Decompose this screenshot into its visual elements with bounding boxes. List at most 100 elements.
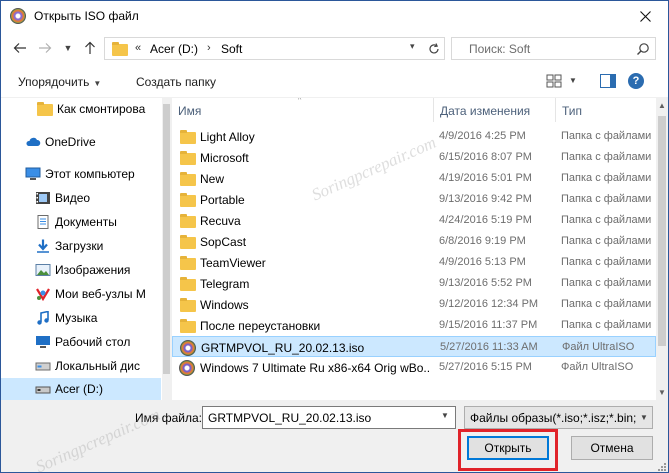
file-name: Telegram	[200, 277, 250, 291]
address-bar[interactable]: « Acer (D:) › Soft ▾	[104, 37, 445, 60]
address-dropdown-icon[interactable]: ▾	[410, 41, 415, 52]
table-row[interactable]: Recuva 4/24/2016 5:19 PM Папка с файлами	[172, 210, 656, 231]
view-options-icon[interactable]	[546, 74, 562, 88]
table-row[interactable]: После переустановки 9/15/2016 11:37 PM П…	[172, 315, 656, 336]
sidebar-item-quick-folder[interactable]: Как смонтирова	[1, 98, 161, 120]
file-type: Папка с файлами	[561, 214, 652, 226]
sidebar-item-pictures[interactable]: Изображения	[1, 259, 161, 281]
chevron-down-icon: ▼	[93, 79, 102, 88]
resize-grip-icon[interactable]	[657, 462, 667, 472]
table-row[interactable]: New 4/19/2016 5:01 PM Папка с файлами	[172, 168, 656, 189]
breadcrumb-overflow[interactable]: «	[135, 42, 141, 54]
table-row[interactable]: Windows 7 Ultimate Ru x86-x64 Orig wBo..…	[172, 357, 656, 378]
file-type: Папка с файлами	[561, 193, 652, 205]
arrow-up-icon	[85, 41, 95, 54]
forward-button[interactable]	[36, 39, 54, 57]
file-type: Папка с файлами	[561, 298, 652, 310]
file-date: 4/19/2016 5:01 PM	[439, 172, 532, 184]
back-button[interactable]	[11, 39, 29, 57]
view-dropdown-icon[interactable]: ▼	[569, 76, 577, 85]
search-box[interactable]: Поиск: Soft	[451, 37, 656, 60]
column-header-date[interactable]: Дата изменения	[434, 98, 556, 122]
file-type: Папка с файлами	[561, 277, 652, 289]
file-type-filter[interactable]: Файлы образы(*.iso;*.isz;*.bin; ▼	[464, 406, 653, 429]
breadcrumb-separator[interactable]: ›	[207, 42, 211, 54]
table-row-selected[interactable]: GRTMPVOL_RU_20.02.13.iso 5/27/2016 11:33…	[172, 336, 656, 357]
sidebar-item-label: Музыка	[55, 311, 98, 325]
navigation-pane-scrollbar[interactable]	[162, 98, 171, 400]
file-list-scrollbar[interactable]: ▲ ▼	[656, 98, 668, 400]
table-row[interactable]: SopCast 6/8/2016 9:19 PM Папка с файлами	[172, 231, 656, 252]
file-date: 4/24/2016 5:19 PM	[439, 214, 532, 226]
organize-button[interactable]: Упорядочить ▼	[18, 75, 101, 89]
sidebar-item-label: Acer (D:)	[55, 382, 103, 396]
file-date: 4/9/2016 4:25 PM	[439, 130, 526, 142]
title-bar: Открыть ISO файл	[1, 1, 668, 31]
up-button[interactable]	[81, 39, 99, 57]
sidebar-item-label: Изображения	[55, 263, 131, 277]
filename-input[interactable]	[202, 406, 456, 429]
new-folder-button[interactable]: Создать папку	[136, 75, 216, 89]
sidebar-item-desktop[interactable]: Рабочий стол	[1, 331, 161, 353]
scrollbar-thumb[interactable]	[163, 104, 170, 374]
cloud-icon	[26, 137, 41, 146]
open-button[interactable]: Открыть	[467, 436, 549, 460]
filename-dropdown-icon[interactable]: ▼	[441, 411, 449, 420]
table-row[interactable]: Microsoft 6/15/2016 8:07 PM Папка с файл…	[172, 147, 656, 168]
scrollbar-thumb[interactable]	[658, 116, 666, 346]
sidebar-item-this-pc[interactable]: Этот компьютер	[1, 163, 161, 185]
sidebar-item-label: Локальный дис	[55, 359, 140, 373]
chevron-down-icon: ▼	[640, 413, 648, 422]
breadcrumb-drive[interactable]: Acer (D:)	[150, 42, 198, 56]
column-header-name[interactable]: Имя	[172, 98, 434, 122]
folder-icon	[180, 172, 196, 186]
table-row[interactable]: TeamViewer 4/9/2016 5:13 PM Папка с файл…	[172, 252, 656, 273]
folder-icon	[180, 256, 196, 270]
sidebar-item-label: Как смонтирова	[57, 102, 146, 116]
sidebar-item-acer-drive[interactable]: Acer (D:)	[1, 378, 161, 400]
search-icon[interactable]	[636, 42, 650, 56]
table-row[interactable]: Portable 9/13/2016 9:42 PM Папка с файла…	[172, 189, 656, 210]
table-row[interactable]: Telegram 9/13/2016 5:52 PM Папка с файла…	[172, 273, 656, 294]
sidebar-item-local-disk[interactable]: Локальный дис	[1, 355, 161, 377]
sidebar-item-label: OneDrive	[45, 135, 96, 149]
sidebar-item-web-sites[interactable]: Мои веб-узлы M	[1, 283, 161, 305]
sidebar-item-music[interactable]: Музыка	[1, 307, 161, 329]
sidebar-item-label: Мои веб-узлы M	[55, 287, 146, 301]
preview-pane-icon[interactable]	[600, 74, 616, 88]
breadcrumb-folder[interactable]: Soft	[221, 42, 242, 56]
column-header-type[interactable]: Тип	[556, 98, 656, 122]
file-type: Файл UltraISO	[561, 361, 634, 373]
search-placeholder: Поиск: Soft	[469, 42, 531, 56]
cancel-button[interactable]: Отмена	[571, 436, 653, 460]
refresh-button[interactable]	[425, 40, 443, 58]
table-row[interactable]: Windows 9/12/2016 12:34 PM Папка с файла…	[172, 294, 656, 315]
sidebar-item-video[interactable]: Видео	[1, 187, 161, 209]
window-title: Открыть ISO файл	[34, 9, 139, 23]
file-type: Файл UltraISO	[562, 341, 635, 353]
scroll-up-icon[interactable]: ▲	[658, 101, 666, 110]
table-row[interactable]: Light Alloy 4/9/2016 4:25 PM Папка с фай…	[172, 126, 656, 147]
sidebar-item-onedrive[interactable]: OneDrive	[1, 131, 161, 153]
sidebar-item-downloads[interactable]: Загрузки	[1, 235, 161, 257]
file-type: Папка с файлами	[561, 235, 652, 247]
file-type: Папка с файлами	[561, 319, 652, 331]
drive-icon	[35, 362, 51, 371]
file-name: Windows 7 Ultimate Ru x86-x64 Orig wBo..…	[200, 361, 430, 375]
file-type-filter-value: Файлы образы(*.iso;*.isz;*.bin;	[470, 411, 637, 425]
ultraiso-app-icon	[10, 8, 26, 24]
filename-label: Имя файла:	[135, 411, 202, 425]
file-name: Portable	[200, 193, 245, 207]
file-date: 5/27/2016 5:15 PM	[439, 361, 532, 373]
scroll-down-icon[interactable]: ▼	[658, 388, 666, 397]
file-date: 6/15/2016 8:07 PM	[439, 151, 532, 163]
help-icon[interactable]: ?	[628, 73, 644, 89]
navigation-bar: ▼ « Acer (D:) › Soft ▾ Поиск: Soft	[1, 31, 668, 65]
folder-icon	[180, 151, 196, 165]
folder-icon	[180, 193, 196, 207]
file-date: 6/8/2016 9:19 PM	[439, 235, 526, 247]
recent-locations-button[interactable]: ▼	[59, 39, 77, 57]
organize-label: Упорядочить	[18, 75, 90, 89]
sidebar-item-documents[interactable]: Документы	[1, 211, 161, 233]
close-button[interactable]	[622, 1, 668, 31]
